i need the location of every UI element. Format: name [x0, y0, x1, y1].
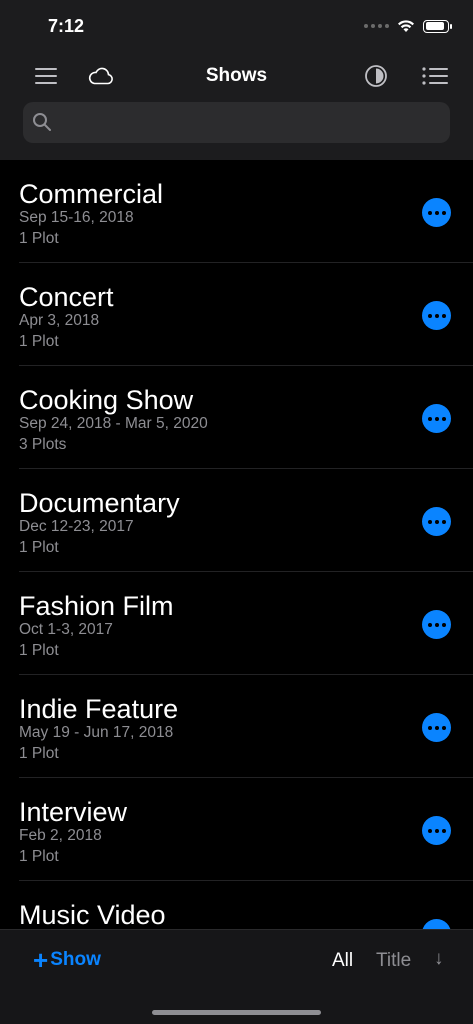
search-field[interactable] — [23, 102, 450, 143]
show-dates: Sep 24, 2018 - Mar 5, 2020 — [19, 415, 208, 432]
more-options-button[interactable] — [422, 816, 451, 845]
bottom-toolbar: + Show All Title ↓ — [0, 929, 473, 1024]
sort-title-button[interactable]: Title — [376, 950, 411, 972]
add-show-label: Show — [50, 949, 101, 970]
filter-all-button[interactable]: All — [332, 950, 353, 972]
list-item[interactable]: Cooking Show Sep 24, 2018 - Mar 5, 2020 … — [0, 366, 473, 469]
list-item[interactable]: Concert Apr 3, 2018 1 Plot — [0, 263, 473, 366]
show-plot-count: 1 Plot — [19, 230, 59, 247]
show-title: Indie Feature — [19, 694, 179, 724]
more-options-button[interactable] — [422, 919, 451, 929]
more-options-button[interactable] — [422, 610, 451, 639]
show-title: Commercial — [19, 179, 164, 209]
status-indicators — [364, 16, 452, 36]
show-plot-count: 1 Plot — [19, 745, 59, 762]
show-plot-count: 1 Plot — [19, 642, 59, 659]
more-options-button[interactable] — [422, 301, 451, 330]
wifi-icon — [398, 20, 414, 32]
search-input[interactable] — [59, 111, 433, 134]
show-dates: Feb 2, 2018 — [19, 827, 102, 844]
show-plot-count: 1 Plot — [19, 848, 59, 865]
show-title: Concert — [19, 282, 114, 312]
show-plot-count: 1 Plot — [19, 539, 59, 556]
show-dates: Apr 3, 2018 — [19, 312, 100, 329]
add-show-button[interactable]: + Show — [33, 945, 101, 975]
show-dates: Sep 15-16, 2018 — [19, 209, 134, 226]
show-plot-count: 1 Plot — [19, 333, 59, 350]
cellular-signal-icon — [364, 24, 389, 28]
show-dates: Oct 1-3, 2017 — [19, 621, 113, 638]
list-item[interactable]: Fashion Film Oct 1-3, 2017 1 Plot — [0, 572, 473, 675]
shows-list: Commercial Sep 15-16, 2018 1 Plot Concer… — [0, 160, 473, 929]
list-item[interactable]: Interview Feb 2, 2018 1 Plot — [0, 778, 473, 881]
navigation-bar: Shows — [0, 52, 473, 160]
show-title: Cooking Show — [19, 385, 194, 415]
search-icon — [33, 113, 51, 131]
more-options-button[interactable] — [422, 713, 451, 742]
show-title: Fashion Film — [19, 591, 174, 621]
half-circle-contrast-icon[interactable] — [362, 62, 390, 90]
battery-icon — [423, 19, 452, 33]
show-title: Interview — [19, 797, 128, 827]
more-options-button[interactable] — [422, 198, 451, 227]
page-title: Shows — [205, 65, 268, 86]
show-title: Music Video — [19, 900, 166, 929]
status-bar: 7:12 — [0, 0, 473, 52]
list-bullets-icon[interactable] — [421, 62, 449, 90]
status-time: 7:12 — [48, 16, 85, 36]
show-plot-count: 3 Plots — [19, 436, 67, 453]
sort-direction-arrow-icon[interactable]: ↓ — [434, 948, 444, 970]
more-options-button[interactable] — [422, 507, 451, 536]
list-item[interactable]: Music Video — [0, 881, 473, 929]
show-dates: May 19 - Jun 17, 2018 — [19, 724, 174, 741]
more-options-button[interactable] — [422, 404, 451, 433]
show-title: Documentary — [19, 488, 180, 518]
list-item[interactable]: Commercial Sep 15-16, 2018 1 Plot — [0, 160, 473, 263]
plus-icon: + — [33, 945, 49, 975]
show-dates: Dec 12-23, 2017 — [19, 518, 134, 535]
home-indicator[interactable] — [152, 1010, 321, 1015]
list-item[interactable]: Documentary Dec 12-23, 2017 1 Plot — [0, 469, 473, 572]
list-item[interactable]: Indie Feature May 19 - Jun 17, 2018 1 Pl… — [0, 675, 473, 778]
